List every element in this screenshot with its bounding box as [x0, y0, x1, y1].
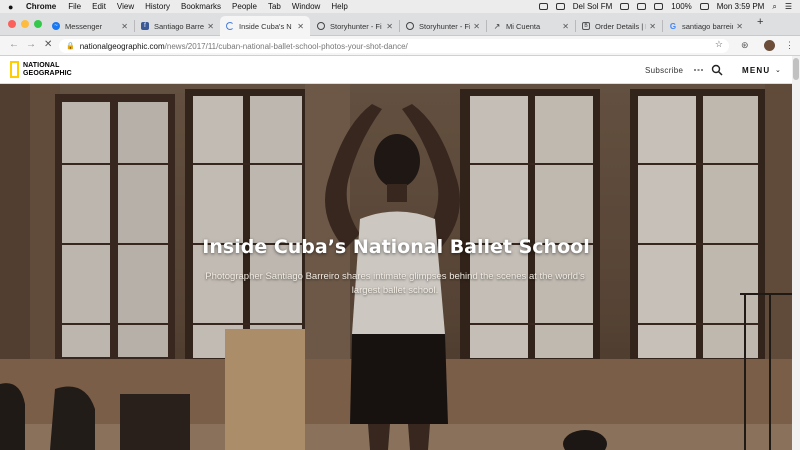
macos-menu-bar: ● Chrome File Edit View History Bookmark…: [0, 0, 800, 13]
menu-bookmarks[interactable]: Bookmarks: [181, 2, 221, 11]
app-menu-chrome[interactable]: Chrome: [26, 2, 56, 11]
bh-icon: B: [582, 22, 590, 30]
hero-photo: [0, 84, 792, 450]
yellow-border-icon: [10, 61, 19, 78]
close-tab-icon[interactable]: ✕: [473, 22, 480, 31]
volume-icon[interactable]: [654, 3, 664, 10]
url-host: nationalgeographic.com: [79, 41, 165, 51]
tab-mi-cuenta[interactable]: ↗ Mi Cuenta ✕: [487, 16, 575, 36]
chrome-menu-icon[interactable]: ⋮: [785, 40, 794, 51]
search-icon[interactable]: [711, 64, 723, 76]
tab-label: Santiago Barreir: [154, 21, 205, 31]
forward-icon[interactable]: →: [26, 39, 36, 50]
tab-label: Messenger: [65, 21, 103, 31]
tab-label: Storyhunter - Fi: [330, 21, 382, 31]
more-dots-icon[interactable]: [694, 69, 703, 71]
tab-santiago-facebook[interactable]: f Santiago Barreir ✕: [135, 16, 220, 36]
url-path: /news/2017/11/cuban-national-ballet-scho…: [164, 41, 408, 51]
stop-loading-icon[interactable]: ✕: [44, 39, 52, 50]
hero-section: Inside Cuba’s National Ballet School Pho…: [0, 84, 792, 450]
close-tab-icon[interactable]: ✕: [649, 22, 656, 31]
tab-inside-cuba[interactable]: Inside Cuba's N ✕: [220, 16, 310, 36]
bookmark-star-icon[interactable]: ☆: [715, 39, 723, 50]
wifi-icon[interactable]: [637, 3, 647, 10]
radio-station-label[interactable]: Del Sol FM: [573, 2, 613, 11]
menu-file[interactable]: File: [68, 2, 81, 11]
close-tab-icon[interactable]: ✕: [207, 22, 214, 31]
battery-icon[interactable]: [699, 3, 709, 10]
extension-icon[interactable]: ⊛: [741, 40, 749, 51]
window-controls: [8, 20, 42, 28]
logo-line-1: NATIONAL: [23, 61, 60, 69]
loading-icon: [226, 22, 234, 30]
notification-center-icon[interactable]: ☰: [785, 2, 792, 11]
article-subtitle: Photographer Santiago Barreiro shares in…: [205, 271, 585, 296]
google-icon: G: [669, 21, 677, 31]
menu-history[interactable]: History: [145, 2, 170, 11]
logo-line-2: GEOGRAPHIC: [23, 69, 72, 77]
close-tab-icon[interactable]: ✕: [121, 22, 128, 31]
subscribe-link[interactable]: Subscribe: [645, 66, 683, 75]
lock-icon: 🔒: [66, 43, 75, 50]
messenger-icon: ~: [52, 22, 60, 30]
site-header: NATIONAL GEOGRAPHIC Subscribe MENU ⌄: [0, 56, 792, 84]
storyhunter-icon: [317, 22, 325, 30]
close-tab-icon[interactable]: ✕: [736, 22, 743, 31]
scrollbar-thumb[interactable]: [793, 58, 799, 80]
tab-label: santiago barreir: [682, 21, 734, 31]
zoom-window-button[interactable]: [34, 20, 42, 28]
nat-geo-logo[interactable]: NATIONAL GEOGRAPHIC: [10, 61, 72, 78]
page-scrollbar[interactable]: [792, 56, 800, 450]
close-tab-icon[interactable]: ✕: [297, 22, 304, 31]
close-window-button[interactable]: [8, 20, 16, 28]
chevron-down-icon[interactable]: ⌄: [775, 66, 781, 74]
facebook-icon: f: [141, 22, 149, 30]
tab-label: Mi Cuenta: [506, 21, 541, 31]
tab-label: Inside Cuba's N: [239, 21, 292, 31]
address-bar[interactable]: 🔒 nationalgeographic.com/news/2017/11/cu…: [59, 39, 729, 53]
menubar-clock[interactable]: Mon 3:59 PM: [717, 2, 765, 11]
tab-storyhunter-2[interactable]: Storyhunter - Fi ✕: [400, 16, 486, 36]
dropbox-icon[interactable]: [538, 3, 548, 10]
close-tab-icon[interactable]: ✕: [562, 22, 569, 31]
tab-strip: ~ Messenger ✕ f Santiago Barreir ✕ Insid…: [0, 13, 800, 36]
menu-button[interactable]: MENU: [742, 66, 770, 75]
tab-label: Storyhunter - Fi: [419, 21, 471, 31]
tab-label: Order Details | B: [595, 21, 647, 31]
tab-storyhunter-1[interactable]: Storyhunter - Fi ✕: [311, 16, 399, 36]
battery-percent[interactable]: 100%: [671, 2, 691, 11]
minimize-window-button[interactable]: [21, 20, 29, 28]
profile-avatar[interactable]: [764, 40, 775, 51]
tab-google-search[interactable]: G santiago barreir ✕: [663, 16, 749, 36]
new-tab-icon[interactable]: +: [757, 16, 763, 28]
link-icon: ↗: [493, 21, 501, 31]
storyhunter-icon: [406, 22, 414, 30]
menu-edit[interactable]: Edit: [92, 2, 106, 11]
bluetooth-icon[interactable]: [620, 3, 630, 10]
article-title: Inside Cuba’s National Ballet School: [202, 236, 590, 258]
status-icon[interactable]: [555, 3, 565, 10]
tab-order-details[interactable]: B Order Details | B ✕: [576, 16, 662, 36]
menu-help[interactable]: Help: [331, 2, 347, 11]
menu-view[interactable]: View: [117, 2, 134, 11]
tab-messenger[interactable]: ~ Messenger ✕: [46, 16, 134, 36]
browser-toolbar: ← → ✕ 🔒 nationalgeographic.com/news/2017…: [0, 36, 800, 56]
back-icon[interactable]: ←: [9, 39, 19, 50]
close-tab-icon[interactable]: ✕: [386, 22, 393, 31]
menu-tab[interactable]: Tab: [268, 2, 281, 11]
spotlight-icon[interactable]: ⌕: [772, 2, 776, 12]
menu-people[interactable]: People: [232, 2, 257, 11]
menu-window[interactable]: Window: [292, 2, 320, 11]
apple-icon[interactable]: ●: [8, 2, 18, 12]
